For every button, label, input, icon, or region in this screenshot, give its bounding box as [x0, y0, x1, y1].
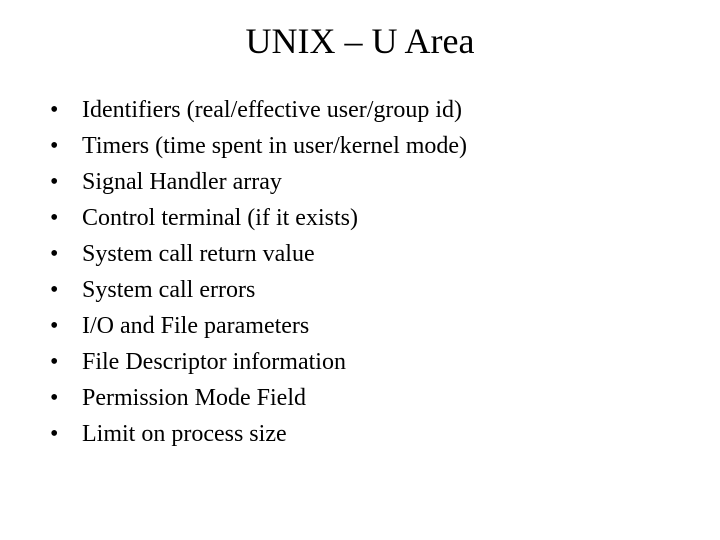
bullet-icon: • — [50, 236, 62, 272]
bullet-text: Control terminal (if it exists) — [82, 200, 680, 236]
bullet-icon: • — [50, 92, 62, 128]
bullet-text: Timers (time spent in user/kernel mode) — [82, 128, 680, 164]
bullet-text: File Descriptor information — [82, 344, 680, 380]
list-item: • I/O and File parameters — [50, 308, 680, 344]
bullet-icon: • — [50, 380, 62, 416]
list-item: • Identifiers (real/effective user/group… — [50, 92, 680, 128]
list-item: • Timers (time spent in user/kernel mode… — [50, 128, 680, 164]
bullet-icon: • — [50, 128, 62, 164]
list-item: • System call errors — [50, 272, 680, 308]
bullet-text: Identifiers (real/effective user/group i… — [82, 92, 680, 128]
bullet-icon: • — [50, 308, 62, 344]
bullet-text: I/O and File parameters — [82, 308, 680, 344]
list-item: • Limit on process size — [50, 416, 680, 452]
bullet-text: System call errors — [82, 272, 680, 308]
bullet-icon: • — [50, 416, 62, 452]
list-item: • Permission Mode Field — [50, 380, 680, 416]
bullet-icon: • — [50, 272, 62, 308]
list-item: • Control terminal (if it exists) — [50, 200, 680, 236]
bullet-text: Permission Mode Field — [82, 380, 680, 416]
list-item: • Signal Handler array — [50, 164, 680, 200]
bullet-icon: • — [50, 200, 62, 236]
bullet-icon: • — [50, 344, 62, 380]
bullet-list: • Identifiers (real/effective user/group… — [40, 92, 680, 452]
bullet-icon: • — [50, 164, 62, 200]
bullet-text: Limit on process size — [82, 416, 680, 452]
slide-title: UNIX – U Area — [40, 20, 680, 62]
list-item: • System call return value — [50, 236, 680, 272]
bullet-text: System call return value — [82, 236, 680, 272]
list-item: • File Descriptor information — [50, 344, 680, 380]
bullet-text: Signal Handler array — [82, 164, 680, 200]
